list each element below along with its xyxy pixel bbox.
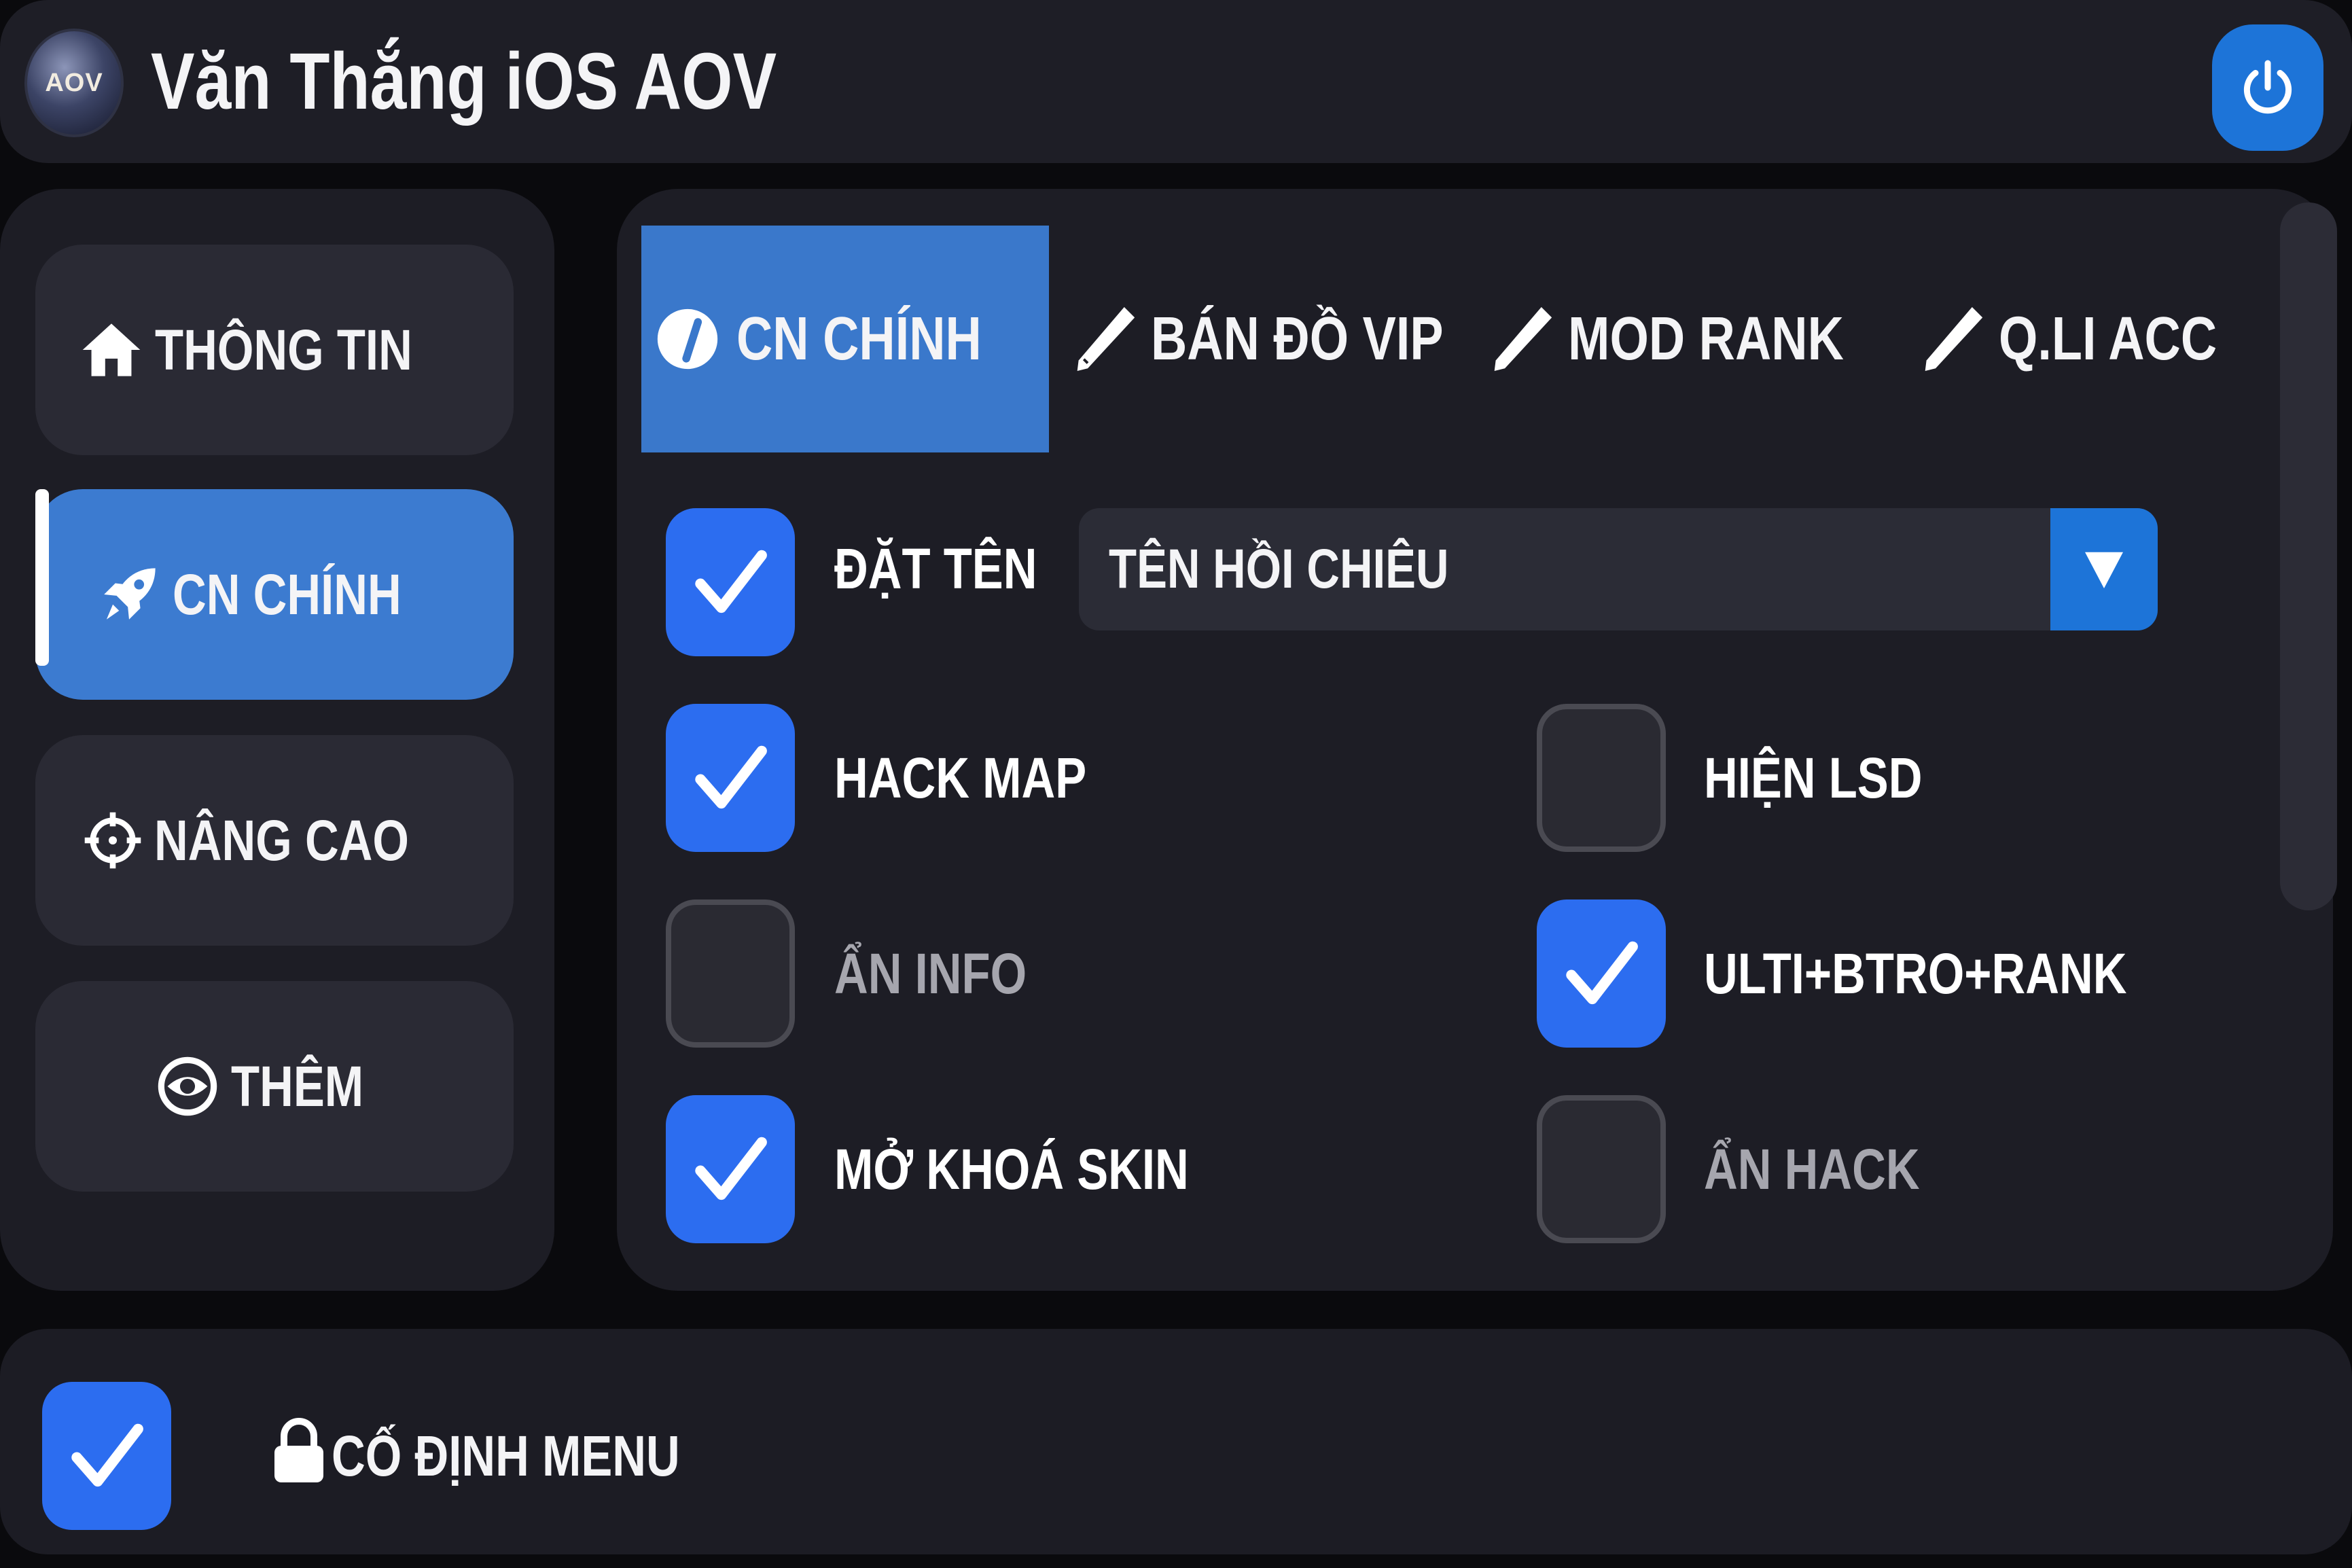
pin-menu-label: CỐ ĐỊNH MENU <box>272 1391 756 1520</box>
show-lsd-label: HIỆN LSD <box>1704 746 1923 810</box>
header-bar: AOV Văn Thắng iOS AOV <box>0 0 2352 163</box>
check-icon <box>71 1423 143 1487</box>
sidebar-item-nang-cao[interactable]: NÂNG CAO <box>35 735 514 946</box>
hide-hack-label: ẨN HACK <box>1704 1137 1920 1201</box>
hack-map-checkbox[interactable] <box>666 704 795 852</box>
check-icon <box>695 745 767 809</box>
sidebar: THÔNG TIN CN CHÍNH NÂNG CAO THÊM <box>0 189 554 1291</box>
select-dropdown-button[interactable] <box>2050 508 2158 630</box>
footer-bar: CỐ ĐỊNH MENU <box>0 1329 2352 1554</box>
tab-label: Q.LI ACC <box>1999 304 2217 373</box>
pin-menu-checkbox[interactable] <box>42 1382 171 1530</box>
gauge-icon <box>657 308 718 370</box>
eye-icon <box>158 1056 217 1116</box>
pencil-icon <box>1925 306 1983 372</box>
avatar-text: AOV <box>45 68 103 97</box>
power-button[interactable] <box>2212 24 2323 151</box>
name-select-value: TÊN HỒI CHIÊU <box>1109 538 1449 600</box>
sidebar-item-thong-tin[interactable]: THÔNG TIN <box>35 245 514 455</box>
ulti-btro-rank-checkbox[interactable] <box>1537 899 1666 1048</box>
tab-label: MOD RANK <box>1568 304 1844 373</box>
check-icon <box>695 1137 767 1200</box>
check-icon <box>1566 941 1638 1005</box>
set-name-checkbox[interactable] <box>666 508 795 656</box>
tab-label: BÁN ĐỒ VIP <box>1151 304 1444 373</box>
hack-map-label: HACK MAP <box>834 746 1087 810</box>
sidebar-item-cn-chinh[interactable]: CN CHÍNH <box>35 489 514 700</box>
check-icon <box>695 550 767 613</box>
power-icon <box>2243 60 2292 114</box>
scrollbar[interactable] <box>2280 202 2337 910</box>
pencil-icon <box>1077 306 1135 372</box>
name-select[interactable]: TÊN HỒI CHIÊU <box>1079 508 2158 630</box>
show-lsd-checkbox[interactable] <box>1537 704 1666 852</box>
active-indicator <box>35 489 49 666</box>
main-panel: CN CHÍNH BÁN ĐỒ VIP MOD RANK Q.LI ACC ĐẶ… <box>617 189 2337 1291</box>
ulti-btro-rank-label: ULTI+BTRO+RANK <box>1704 942 2127 1005</box>
sidebar-item-label: CN CHÍNH <box>172 562 402 626</box>
unlock-skin-checkbox[interactable] <box>666 1095 795 1243</box>
home-icon <box>82 323 141 376</box>
app-avatar: AOV <box>24 29 124 137</box>
tab-cn-chinh[interactable]: CN CHÍNH <box>641 226 1049 452</box>
unlock-skin-label: MỞ KHOÁ SKIN <box>834 1137 1189 1201</box>
pencil-icon <box>1494 306 1552 372</box>
sidebar-item-label: THÊM <box>231 1054 364 1118</box>
triangle-down-icon <box>2085 552 2123 588</box>
crosshair-icon <box>85 812 141 869</box>
tab-ban-do-vip[interactable]: BÁN ĐỒ VIP <box>1072 226 1508 452</box>
lock-icon <box>274 1418 323 1482</box>
set-name-label: ĐẶT TÊN <box>834 537 1037 601</box>
tab-label: CN CHÍNH <box>736 304 982 373</box>
sidebar-item-label: THÔNG TIN <box>155 317 412 382</box>
hide-hack-checkbox[interactable] <box>1537 1095 1666 1243</box>
tab-qli-acc[interactable]: Q.LI ACC <box>1920 226 2265 452</box>
hide-info-label: ẨN INFO <box>834 942 1027 1005</box>
rocket-icon <box>103 568 156 620</box>
hide-info-checkbox[interactable] <box>666 899 795 1048</box>
sidebar-item-label: NÂNG CAO <box>154 808 410 872</box>
tab-mod-rank[interactable]: MOD RANK <box>1489 226 1904 452</box>
app-title: Văn Thắng iOS AOV <box>151 37 777 126</box>
sidebar-item-them[interactable]: THÊM <box>35 981 514 1192</box>
